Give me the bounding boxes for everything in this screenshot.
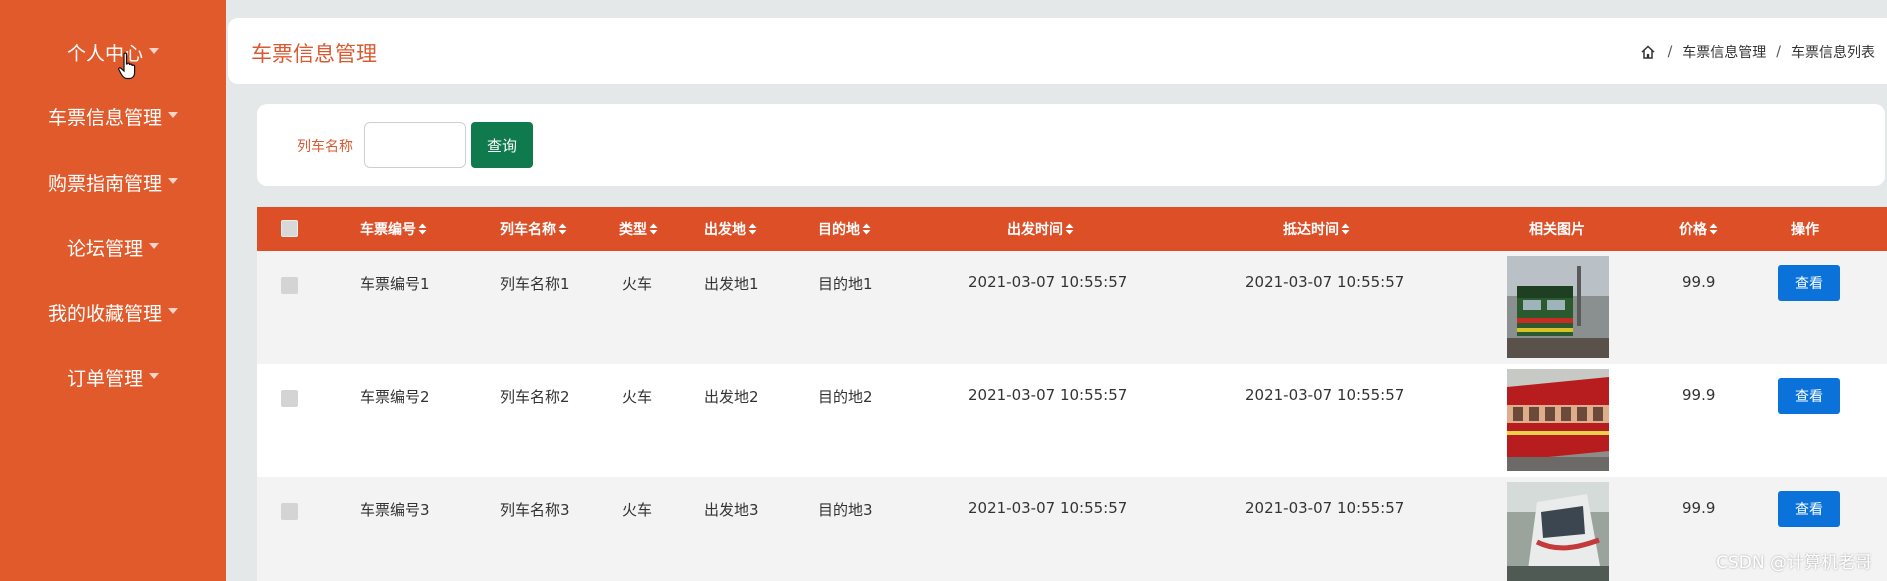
sidebar-item-label: 我的收藏管理 <box>47 302 162 325</box>
cell-depart-time: 2021-03-07 10:55:57 <box>968 386 1128 404</box>
sort-icon[interactable] <box>1065 223 1074 235</box>
sort-icon[interactable] <box>558 223 567 235</box>
breadcrumb-separator: / <box>1776 44 1781 60</box>
sidebar: 个人中心 车票信息管理 购票指南管理 论坛管理 我的收藏管理 订单管理 <box>0 0 226 581</box>
row-checkbox[interactable] <box>281 277 298 294</box>
cell-to: 目的地1 <box>818 275 873 293</box>
cell-train-name: 列车名称2 <box>500 388 570 406</box>
column-header-label: 抵达时间 <box>1283 222 1339 238</box>
table-row: 车票编号3 列车名称3 火车 出发地3 目的地3 2021-03-07 10:5… <box>257 477 1887 581</box>
sidebar-item-favorites[interactable]: 我的收藏管理 <box>0 292 226 332</box>
table-row: 车票编号1 列车名称1 火车 出发地1 目的地1 2021-03-07 10:5… <box>257 251 1887 364</box>
select-all-checkbox[interactable] <box>281 220 298 237</box>
pointer-cursor-icon <box>118 52 136 80</box>
column-header-to[interactable]: 目的地 <box>818 207 871 251</box>
chevron-down-icon <box>168 178 178 184</box>
view-button[interactable]: 查看 <box>1778 265 1840 301</box>
column-header-arrive-time[interactable]: 抵达时间 <box>1283 207 1350 251</box>
watermark: CSDN @计算机老哥 <box>1716 553 1872 573</box>
breadcrumb-item-ticket-info[interactable]: 车票信息管理 <box>1682 42 1766 62</box>
sort-icon[interactable] <box>418 223 427 235</box>
column-header-train-name[interactable]: 列车名称 <box>500 207 567 251</box>
chevron-down-icon <box>168 112 178 118</box>
train-image <box>1507 482 1609 581</box>
column-header-type[interactable]: 类型 <box>619 207 658 251</box>
sidebar-item-orders[interactable]: 订单管理 <box>0 357 226 397</box>
cell-price: 99.9 <box>1682 386 1716 404</box>
page-title: 车票信息管理 <box>251 42 377 66</box>
cell-ticket-no: 车票编号1 <box>360 275 430 293</box>
sidebar-item-purchase-guide[interactable]: 购票指南管理 <box>0 162 226 202</box>
column-header-depart-time[interactable]: 出发时间 <box>1007 207 1074 251</box>
sort-icon[interactable] <box>1709 223 1718 235</box>
column-header-ticket-no[interactable]: 车票编号 <box>360 207 427 251</box>
cell-depart-time: 2021-03-07 10:55:57 <box>968 273 1128 291</box>
column-header-actions: 操作 <box>1791 207 1819 251</box>
search-panel: 列车名称 查询 <box>257 104 1885 186</box>
search-button[interactable]: 查询 <box>471 122 533 168</box>
column-header-label: 价格 <box>1679 222 1707 238</box>
cell-to: 目的地2 <box>818 388 873 406</box>
ticket-table: 车票编号 列车名称 类型 出发地 目的地 出发时间 抵达时间 相关图片 价格 操… <box>257 207 1887 581</box>
cell-price: 99.9 <box>1682 273 1716 291</box>
cell-price: 99.9 <box>1682 499 1716 517</box>
sidebar-item-ticket-info[interactable]: 车票信息管理 <box>0 96 226 136</box>
table-row: 车票编号2 列车名称2 火车 出发地2 目的地2 2021-03-07 10:5… <box>257 364 1887 477</box>
cell-ticket-no: 车票编号2 <box>360 388 430 406</box>
view-button[interactable]: 查看 <box>1778 378 1840 414</box>
search-label: 列车名称 <box>297 139 353 155</box>
cell-train-name: 列车名称1 <box>500 275 570 293</box>
column-header-label: 列车名称 <box>500 222 556 238</box>
column-header-from[interactable]: 出发地 <box>704 207 757 251</box>
row-checkbox[interactable] <box>281 390 298 407</box>
column-header-price[interactable]: 价格 <box>1679 207 1718 251</box>
chevron-down-icon <box>149 373 159 379</box>
sort-icon[interactable] <box>748 223 757 235</box>
cell-from: 出发地3 <box>704 501 759 519</box>
sidebar-item-label: 论坛管理 <box>66 237 143 260</box>
cell-from: 出发地2 <box>704 388 759 406</box>
sort-icon[interactable] <box>862 223 871 235</box>
breadcrumb-item-ticket-list: 车票信息列表 <box>1791 45 1875 61</box>
sidebar-item-forum[interactable]: 论坛管理 <box>0 227 226 267</box>
chevron-down-icon <box>149 243 159 249</box>
sidebar-item-label: 订单管理 <box>66 367 143 390</box>
column-header-label: 类型 <box>619 222 647 238</box>
column-header-label: 目的地 <box>818 222 860 238</box>
view-button[interactable]: 查看 <box>1778 491 1840 527</box>
sidebar-item-label: 车票信息管理 <box>47 106 162 129</box>
sort-icon[interactable] <box>649 223 658 235</box>
cell-type: 火车 <box>622 388 653 406</box>
column-header-image: 相关图片 <box>1529 207 1585 251</box>
sidebar-item-label: 购票指南管理 <box>47 172 162 195</box>
train-image <box>1507 369 1609 471</box>
sidebar-item-personal-center[interactable]: 个人中心 <box>0 32 226 72</box>
cell-type: 火车 <box>622 501 653 519</box>
cell-to: 目的地3 <box>818 501 873 519</box>
column-header-label: 操作 <box>1791 222 1819 238</box>
column-header-label: 出发地 <box>704 222 746 238</box>
home-icon[interactable] <box>1640 44 1656 60</box>
column-header-label: 车票编号 <box>360 222 416 238</box>
chevron-down-icon <box>149 48 159 54</box>
breadcrumb-separator: / <box>1667 44 1673 60</box>
cell-from: 出发地1 <box>704 275 759 293</box>
page-header: 车票信息管理 / 车票信息管理 / 车票信息列表 <box>228 18 1887 84</box>
row-checkbox[interactable] <box>281 503 298 520</box>
cell-depart-time: 2021-03-07 10:55:57 <box>968 499 1128 517</box>
cell-arrive-time: 2021-03-07 10:55:57 <box>1245 499 1405 517</box>
chevron-down-icon <box>168 308 178 314</box>
cell-type: 火车 <box>622 275 653 293</box>
cell-ticket-no: 车票编号3 <box>360 501 430 519</box>
cell-arrive-time: 2021-03-07 10:55:57 <box>1245 273 1405 291</box>
cell-train-name: 列车名称3 <box>500 501 570 519</box>
column-header-label: 相关图片 <box>1529 222 1585 238</box>
table-header: 车票编号 列车名称 类型 出发地 目的地 出发时间 抵达时间 相关图片 价格 操… <box>257 207 1887 251</box>
train-name-search-input[interactable] <box>364 122 466 168</box>
train-image <box>1507 256 1609 358</box>
sort-icon[interactable] <box>1341 223 1350 235</box>
breadcrumb: / 车票信息管理 / 车票信息列表 <box>1640 42 1875 62</box>
column-header-label: 出发时间 <box>1007 222 1063 238</box>
cell-arrive-time: 2021-03-07 10:55:57 <box>1245 386 1405 404</box>
